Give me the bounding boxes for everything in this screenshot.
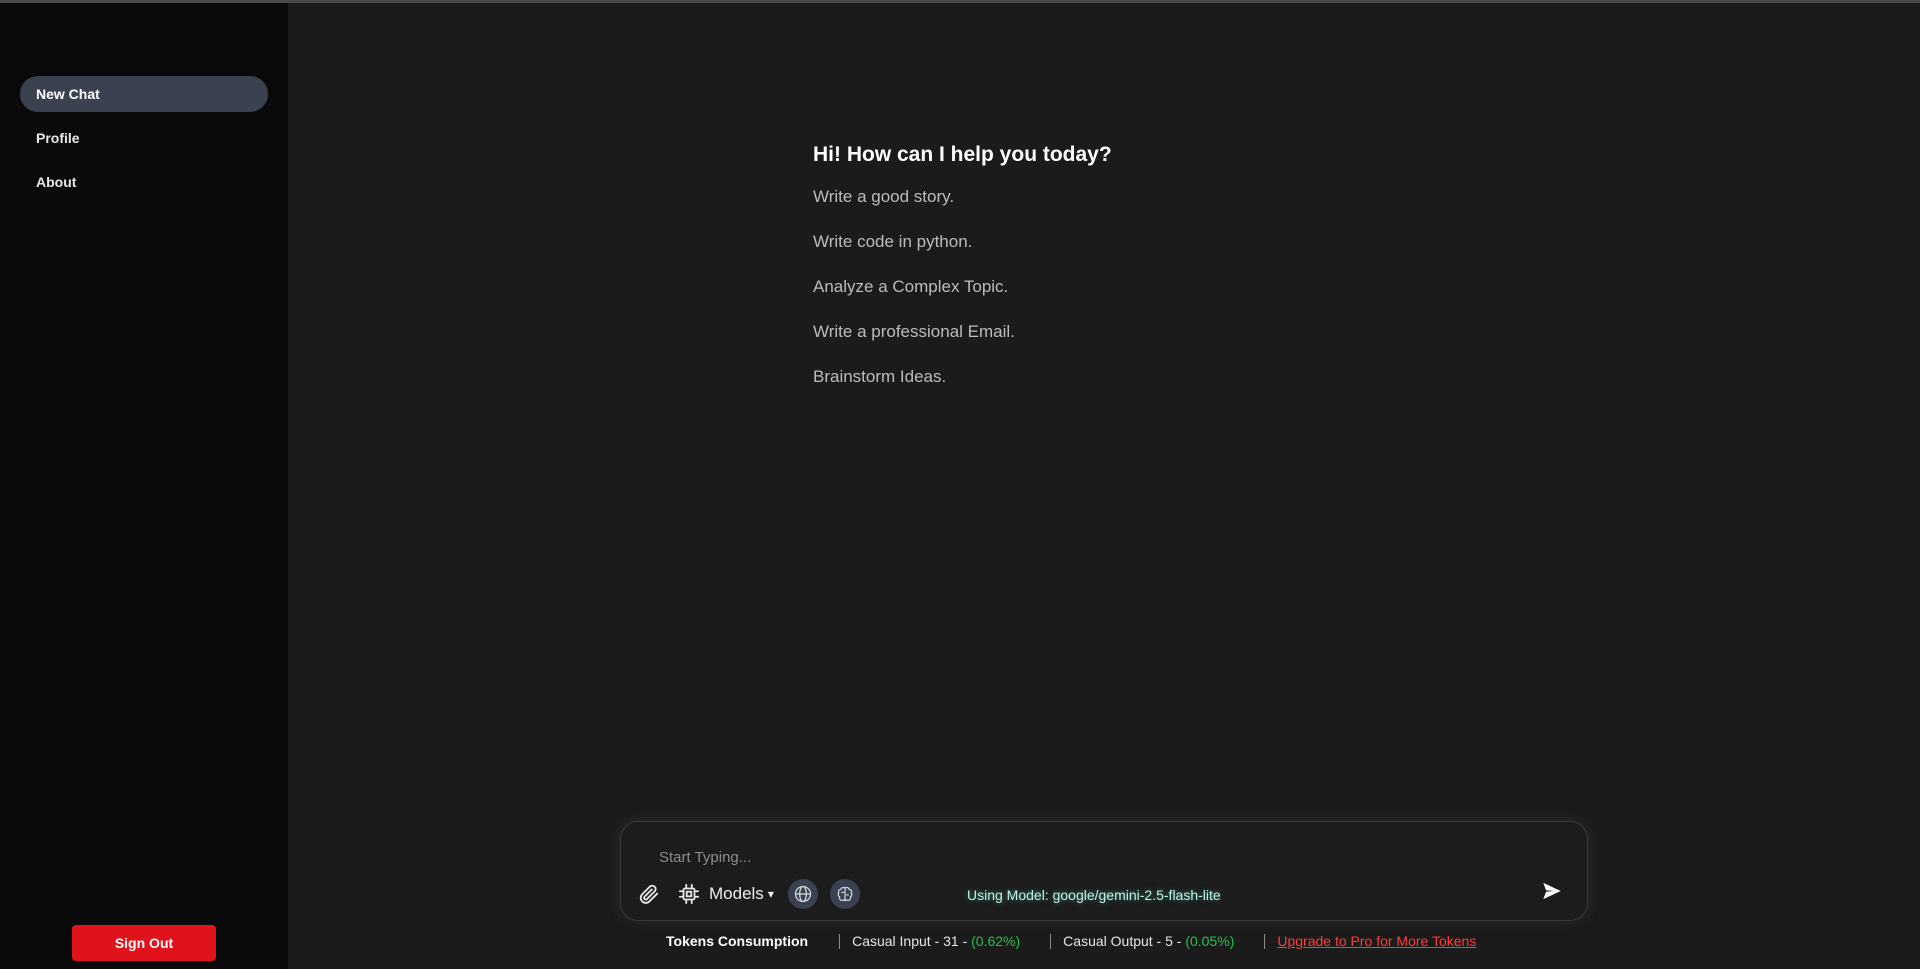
suggestion-item[interactable]: Write a good story. (813, 186, 1112, 231)
suggestion-item[interactable]: Analyze a Complex Topic. (813, 276, 1112, 321)
sidebar-item-label: Profile (36, 130, 80, 146)
sidebar-item-profile[interactable]: Profile (20, 120, 268, 156)
upgrade-link[interactable]: Upgrade to Pro for More Tokens (1277, 933, 1476, 949)
suggestion-item[interactable]: Write code in python. (813, 231, 1112, 276)
message-composer: Models ▾ (620, 821, 1588, 921)
sidebar-item-label: New Chat (36, 86, 100, 102)
message-input[interactable] (659, 846, 1499, 868)
sidebar-nav: New Chat Profile About (20, 76, 268, 208)
composer-toolbar: Models ▾ (635, 878, 860, 910)
sign-out-button[interactable]: Sign Out (72, 925, 216, 961)
casual-input-stat: Casual Input - 31 - (0.62%) (852, 933, 1020, 949)
chip-icon[interactable] (675, 880, 703, 908)
divider (839, 933, 841, 949)
token-consumption-bar: Tokens Consumption Casual Input - 31 - (… (666, 931, 1476, 951)
paperclip-icon[interactable] (635, 880, 663, 908)
suggestion-item[interactable]: Write a professional Email. (813, 321, 1112, 366)
divider (1050, 933, 1052, 949)
sidebar-item-label: About (36, 174, 77, 190)
globe-icon[interactable] (787, 879, 818, 909)
models-label: Models (709, 884, 764, 903)
welcome-panel: Hi! How can I help you today? Write a go… (813, 143, 1112, 411)
tokens-title: Tokens Consumption (666, 933, 809, 949)
models-dropdown[interactable]: Models ▾ (709, 884, 774, 904)
chat-main: Hi! How can I help you today? Write a go… (288, 3, 1920, 969)
sidebar: New Chat Profile About Sign Out (0, 3, 288, 969)
sidebar-item-new-chat[interactable]: New Chat (20, 76, 268, 112)
greeting-heading: Hi! How can I help you today? (813, 143, 1112, 166)
casual-output-stat: Casual Output - 5 - (0.05%) (1063, 933, 1234, 949)
sidebar-item-about[interactable]: About (20, 164, 268, 200)
chevron-down-icon: ▾ (767, 887, 774, 901)
app: New Chat Profile About Sign Out Hi! How … (0, 3, 1920, 969)
casual-output-percent: (0.05%) (1185, 933, 1235, 949)
divider (1264, 933, 1266, 949)
suggestion-item[interactable]: Brainstorm Ideas. (813, 366, 1112, 411)
casual-input-label: Casual Input - 31 - (852, 933, 972, 949)
brain-icon[interactable] (829, 879, 860, 909)
casual-output-label: Casual Output - 5 - (1063, 933, 1186, 949)
casual-input-percent: (0.62%) (971, 933, 1021, 949)
send-icon[interactable] (1537, 876, 1567, 906)
model-status: Using Model: google/gemini-2.5-flash-lit… (967, 887, 1221, 903)
